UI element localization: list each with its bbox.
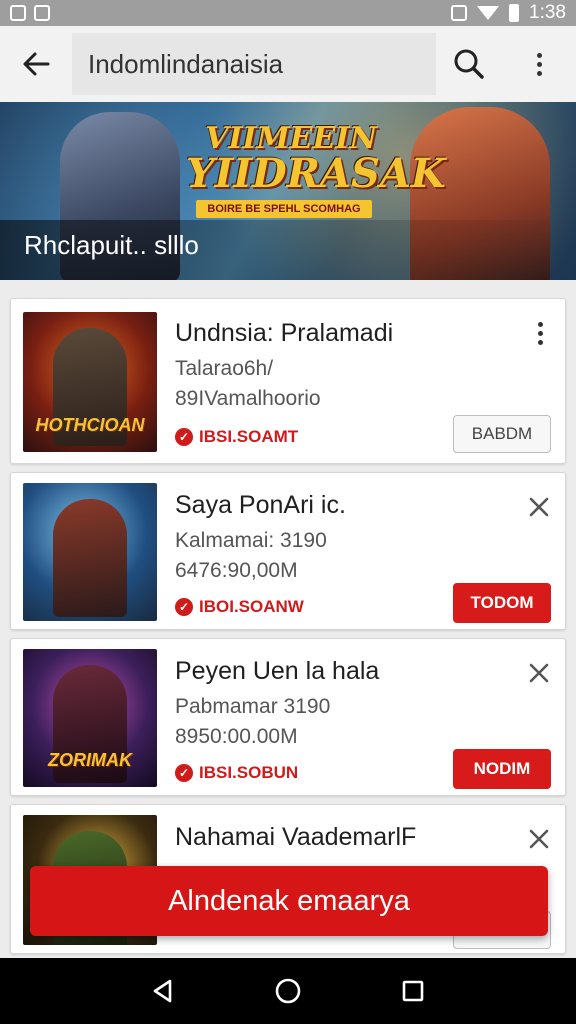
back-button[interactable] [0, 26, 72, 102]
arrow-back-icon [23, 52, 50, 76]
search-icon [454, 49, 484, 79]
item-status: ✓ IBSI.SOBUN [175, 763, 298, 783]
item-size: 89IVamalhoorio [175, 387, 321, 410]
list-item[interactable]: HOTHCIOAN Undnsia: Pralamadi Talarao6h/ … [10, 298, 566, 464]
nav-back-button[interactable] [133, 961, 193, 1021]
item-size: 8950:00.00M [175, 725, 298, 748]
item-thumbnail: ZORIMAK [23, 649, 157, 787]
item-action-button[interactable]: BABDM [453, 415, 551, 453]
battery-icon [509, 4, 520, 22]
vibrate-icon [451, 5, 468, 21]
search-field[interactable]: Indomlindanaisia [72, 33, 436, 95]
check-badge-icon: ✓ [175, 764, 193, 782]
item-title: Nahamai VaademarlF [175, 823, 417, 851]
item-status: ✓ IBOI.SOANW [175, 597, 304, 617]
overflow-menu-button[interactable] [502, 26, 576, 102]
image-notification-icon [34, 5, 50, 21]
item-thumbnail [23, 483, 157, 621]
nav-home-button[interactable] [258, 961, 318, 1021]
more-vert-icon [536, 52, 542, 76]
item-developer: Kalmamai: 3190 [175, 529, 327, 552]
check-badge-icon: ✓ [175, 598, 193, 616]
dismiss-icon[interactable] [525, 493, 553, 521]
app-bar: Indomlindanaisia [0, 26, 576, 102]
banner-logo: VIIMEEIN YIIDRASAK [186, 121, 446, 197]
wifi-icon [477, 6, 500, 20]
item-menu-button[interactable] [527, 319, 553, 347]
status-time: 1:38 [529, 2, 566, 23]
item-status: ✓ IBSI.SOAMT [175, 427, 298, 447]
featured-banner[interactable]: VIIMEEIN YIIDRASAK BOIRE BE SPEHL SCOMHA… [0, 102, 576, 280]
more-vert-icon [537, 321, 543, 345]
primary-action-button[interactable]: Alndenak emaarya [30, 866, 548, 936]
search-button[interactable] [436, 26, 502, 102]
circle-home-icon [275, 978, 301, 1004]
triangle-back-icon [153, 979, 171, 1003]
nav-recents-button[interactable] [383, 961, 443, 1021]
notification-icon [10, 5, 26, 21]
check-badge-icon: ✓ [175, 428, 193, 446]
item-title: Saya PonAri ic. [175, 491, 346, 519]
item-thumbnail: HOTHCIOAN [23, 312, 157, 452]
item-developer: Pabmamar 3190 [175, 695, 331, 718]
square-recents-icon [403, 980, 424, 1002]
banner-caption: Rhclapuit.. slllo [24, 230, 199, 260]
list-item[interactable]: ZORIMAK Peyen Uen la hala Pabmamar 3190 … [10, 638, 566, 796]
dismiss-icon[interactable] [525, 825, 553, 853]
item-action-button[interactable]: NODIM [453, 749, 551, 789]
item-title: Peyen Uen la hala [175, 657, 380, 685]
system-nav-bar [0, 958, 576, 1024]
dismiss-icon[interactable] [525, 659, 553, 687]
search-text: Indomlindanaisia [88, 48, 284, 79]
status-bar: 1:38 [0, 0, 576, 26]
item-title: Undnsia: Pralamadi [175, 319, 394, 347]
item-size: 6476:90,00M [175, 559, 298, 582]
item-action-button[interactable]: TODOM [453, 583, 551, 623]
banner-logo-tag: BOIRE BE SPEHL SCOMHAG [196, 200, 372, 218]
list-item[interactable]: Saya PonAri ic. Kalmamai: 3190 6476:90,0… [10, 472, 566, 630]
item-developer: Talarao6h/ [175, 357, 274, 380]
